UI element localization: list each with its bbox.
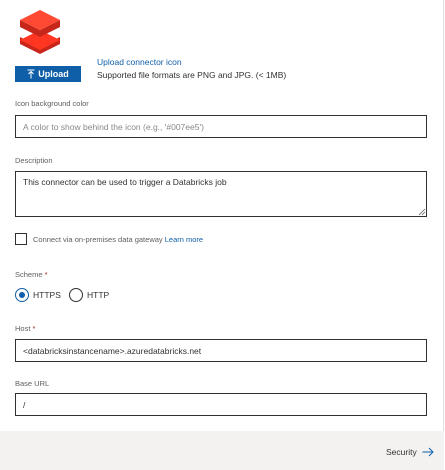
connector-general-panel: Upload Upload connector icon Supported f… <box>0 0 444 470</box>
host-label-text: Host <box>15 324 31 333</box>
upload-button-label: Upload <box>38 69 69 79</box>
base-url-input[interactable] <box>15 393 427 416</box>
description-input[interactable]: This connector can be used to trigger a … <box>15 171 427 217</box>
resize-grip-icon[interactable] <box>418 208 426 216</box>
host-label: Host * <box>15 324 35 333</box>
icon-background-input[interactable] <box>15 115 427 138</box>
upload-button[interactable]: Upload <box>15 66 81 82</box>
next-security-label: Security <box>386 447 417 457</box>
upload-arrow-icon <box>27 69 35 79</box>
gateway-checkbox[interactable] <box>15 233 27 245</box>
scheme-label-text: Scheme <box>15 270 43 279</box>
description-label: Description <box>15 156 53 165</box>
gateway-checkbox-label: Connect via on-premises data gateway Lea… <box>33 235 203 244</box>
databricks-logo-icon <box>20 10 60 54</box>
host-input[interactable] <box>15 339 427 362</box>
next-security-button[interactable]: Security <box>386 447 434 457</box>
arrow-right-icon <box>422 447 434 457</box>
learn-more-link[interactable]: Learn more <box>165 235 203 244</box>
host-required-mark: * <box>32 324 36 333</box>
scheme-radio-https[interactable] <box>15 288 29 302</box>
scheme-label: Scheme * <box>15 270 48 279</box>
scheme-radio-http[interactable] <box>69 288 83 302</box>
base-url-label: Base URL <box>15 379 50 388</box>
scheme-radio-http-label[interactable]: HTTP <box>87 290 109 300</box>
upload-format-note: Supported file formats are PNG and JPG. … <box>97 70 287 80</box>
icon-background-label: Icon background color <box>15 99 89 108</box>
wizard-footer <box>0 431 444 470</box>
gateway-label-text: Connect via on-premises data gateway <box>33 235 163 244</box>
scheme-required-mark: * <box>44 270 48 279</box>
upload-connector-icon-link[interactable]: Upload connector icon <box>97 57 182 67</box>
scheme-radio-https-label[interactable]: HTTPS <box>33 290 61 300</box>
